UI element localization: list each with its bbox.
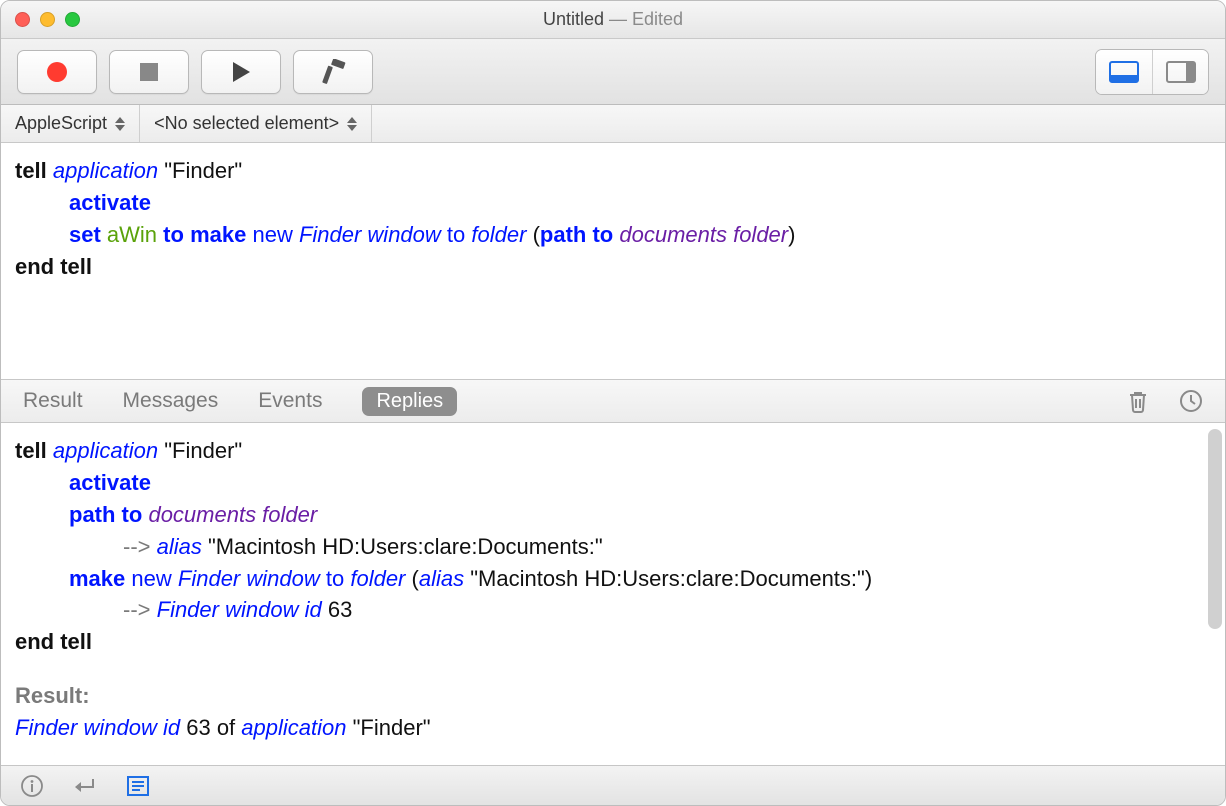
tab-events[interactable]: Events <box>258 389 322 413</box>
result-line: Finder window id 63 of application "Find… <box>15 712 1211 744</box>
window-title-name: Untitled <box>543 9 604 29</box>
toolbar <box>1 39 1225 105</box>
record-button[interactable] <box>17 50 97 94</box>
panel-right-icon <box>1166 61 1196 83</box>
close-window-button[interactable] <box>15 12 30 27</box>
result-label: Result: <box>15 680 1211 712</box>
log-scrollbar[interactable] <box>1208 429 1222 759</box>
element-selector-label: <No selected element> <box>154 113 339 134</box>
play-icon <box>230 60 252 84</box>
compile-button[interactable] <box>293 50 373 94</box>
code-line: tell application "Finder" <box>15 155 1211 187</box>
stop-button[interactable] <box>109 50 189 94</box>
clock-icon <box>1179 389 1203 413</box>
status-bar <box>1 765 1225 805</box>
log-line: tell application "Finder" <box>15 435 1211 467</box>
show-bottom-panel-button[interactable] <box>1096 50 1152 94</box>
element-selector[interactable]: <No selected element> <box>140 105 372 142</box>
minimize-window-button[interactable] <box>40 12 55 27</box>
panel-bottom-icon <box>1109 61 1139 83</box>
language-selector[interactable]: AppleScript <box>1 105 140 142</box>
show-side-panel-button[interactable] <box>1152 50 1208 94</box>
window-title-edited: — Edited <box>604 9 683 29</box>
description-button[interactable] <box>127 776 149 796</box>
zoom-window-button[interactable] <box>65 12 80 27</box>
code-line: end tell <box>15 251 1211 283</box>
log-line: --> Finder window id 63 <box>15 594 1211 626</box>
panel-toggle-group <box>1095 49 1209 95</box>
info-button[interactable] <box>21 775 43 797</box>
log-line: make new Finder window to folder (alias … <box>15 563 1211 595</box>
updown-icon <box>347 117 357 131</box>
traffic-lights <box>15 12 80 27</box>
window-title: Untitled — Edited <box>1 9 1225 30</box>
tab-result[interactable]: Result <box>23 389 83 413</box>
run-button[interactable] <box>201 50 281 94</box>
info-icon <box>21 775 43 797</box>
description-icon <box>127 776 149 796</box>
return-button[interactable] <box>73 776 97 796</box>
navigation-bar: AppleScript <No selected element> <box>1 105 1225 143</box>
stop-icon <box>139 62 159 82</box>
log-pane[interactable]: tell application "Finder" activate path … <box>1 423 1225 765</box>
clear-log-button[interactable] <box>1127 389 1149 413</box>
hammer-icon <box>319 59 347 85</box>
titlebar: Untitled — Edited <box>1 1 1225 39</box>
log-history-button[interactable] <box>1179 389 1203 413</box>
record-icon <box>46 61 68 83</box>
script-editor-pane[interactable]: tell application "Finder" activate set a… <box>1 143 1225 379</box>
bottom-tab-bar: Result Messages Events Replies <box>1 379 1225 423</box>
code-line: set aWin to make new Finder window to fo… <box>15 219 1211 251</box>
log-line: end tell <box>15 626 1211 658</box>
scrollbar-thumb[interactable] <box>1208 429 1222 629</box>
script-editor-window: Untitled — Edited <box>0 0 1226 806</box>
tab-replies[interactable]: Replies <box>362 387 457 416</box>
log-line: path to documents folder <box>15 499 1211 531</box>
log-line: activate <box>15 467 1211 499</box>
log-line: --> alias "Macintosh HD:Users:clare:Docu… <box>15 531 1211 563</box>
updown-icon <box>115 117 125 131</box>
language-selector-label: AppleScript <box>15 113 107 134</box>
trash-icon <box>1127 389 1149 413</box>
code-line: activate <box>15 187 1211 219</box>
tab-messages[interactable]: Messages <box>123 389 219 413</box>
return-icon <box>73 776 97 796</box>
